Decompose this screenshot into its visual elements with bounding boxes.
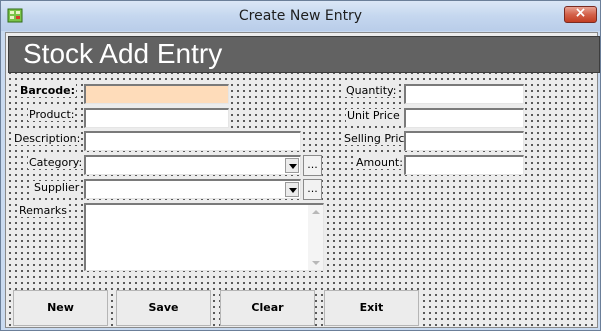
new-button[interactable]: New bbox=[13, 290, 108, 326]
barcode-field[interactable] bbox=[84, 84, 229, 104]
close-button[interactable]: × bbox=[564, 5, 597, 23]
product-label: Product: bbox=[28, 108, 76, 121]
product-field[interactable] bbox=[84, 108, 229, 128]
category-label: Category: bbox=[28, 156, 84, 169]
selling-price-label: Selling Price bbox=[343, 132, 413, 145]
window-title: Create New Entry bbox=[238, 8, 363, 24]
quantity-label: Quantity: bbox=[345, 84, 398, 97]
clear-button[interactable]: Clear bbox=[220, 290, 315, 326]
supplier-select[interactable] bbox=[84, 179, 301, 199]
scroll-down-icon[interactable] bbox=[312, 261, 320, 265]
supplier-label: Supplier bbox=[33, 181, 81, 194]
title-bar[interactable]: Create New Entry × bbox=[1, 1, 600, 31]
quantity-field[interactable] bbox=[404, 84, 524, 104]
scroll-up-icon[interactable] bbox=[312, 210, 320, 214]
close-icon: × bbox=[574, 5, 587, 21]
remarks-field[interactable] bbox=[84, 203, 324, 271]
supplier-dropdown-button[interactable] bbox=[285, 182, 299, 197]
selling-price-field[interactable] bbox=[404, 131, 524, 151]
amount-field[interactable] bbox=[404, 155, 524, 175]
remarks-scrollbar[interactable] bbox=[308, 205, 323, 270]
category-select[interactable] bbox=[84, 155, 301, 175]
supplier-browse-button[interactable]: ... bbox=[303, 179, 322, 200]
chevron-down-icon bbox=[289, 164, 297, 169]
category-dropdown-button[interactable] bbox=[285, 158, 299, 173]
chevron-down-icon bbox=[289, 188, 297, 193]
category-browse-button[interactable]: ... bbox=[303, 155, 322, 176]
remarks-label: Remarks bbox=[18, 204, 68, 217]
page-title: Stock Add Entry bbox=[23, 38, 223, 69]
exit-button[interactable]: Exit bbox=[324, 290, 419, 326]
description-label: Description: bbox=[13, 132, 82, 145]
form-area: Stock Add Entry Barcode: Product: Descri… bbox=[5, 32, 600, 328]
save-button[interactable]: Save bbox=[116, 290, 211, 326]
barcode-label: Barcode: bbox=[19, 84, 77, 97]
create-entry-window: Create New Entry × Stock Add Entry Barco… bbox=[0, 0, 601, 331]
header-banner: Stock Add Entry bbox=[8, 36, 600, 73]
amount-label: Amount: bbox=[355, 156, 404, 169]
description-field[interactable] bbox=[84, 131, 301, 151]
unit-price-label: Unit Price bbox=[346, 109, 401, 122]
unit-price-field[interactable] bbox=[404, 108, 524, 128]
